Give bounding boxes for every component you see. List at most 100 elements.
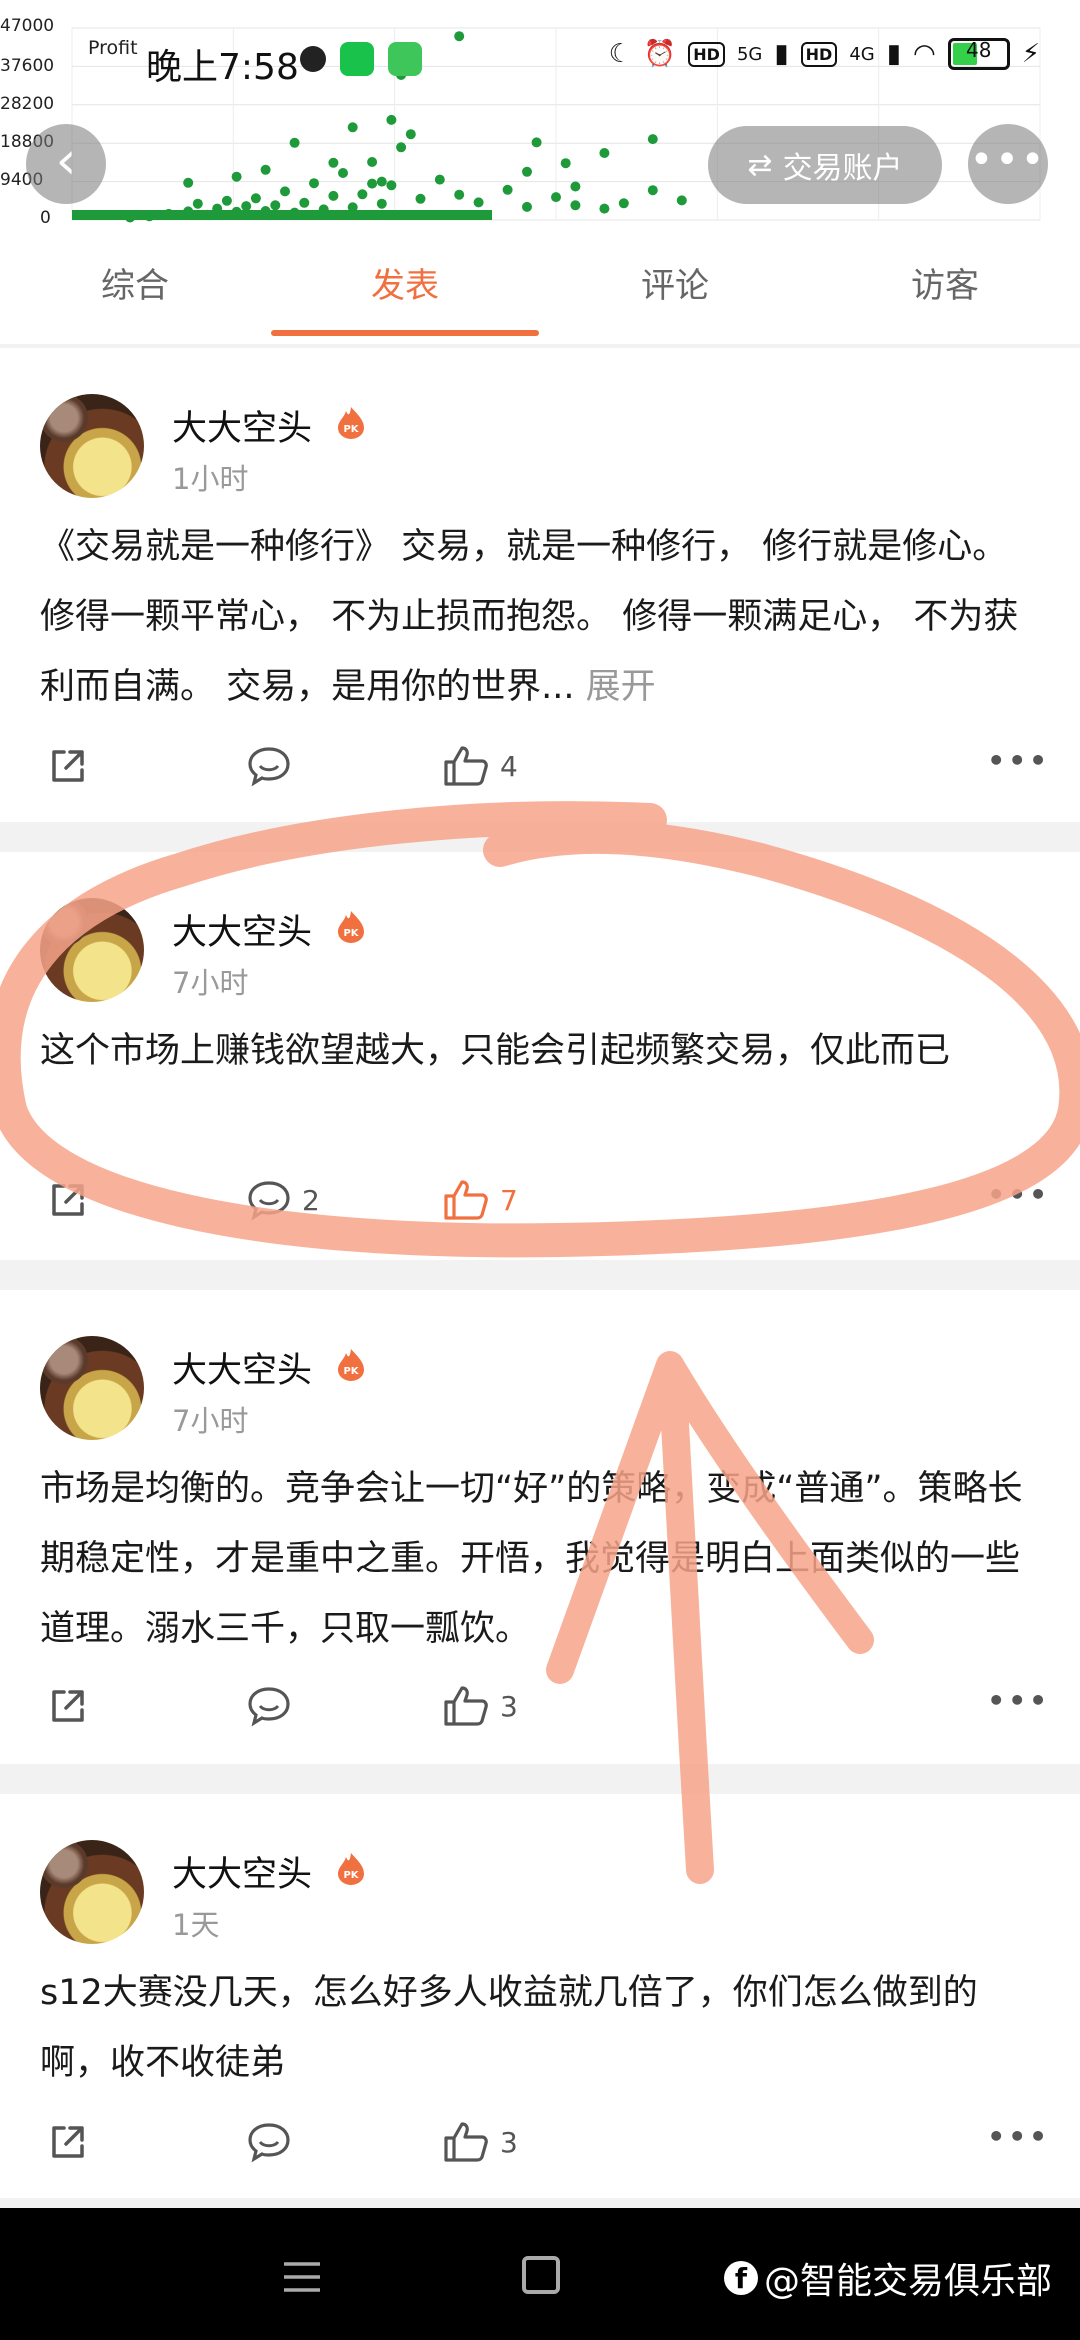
more-button[interactable]: ••• xyxy=(968,124,1048,204)
scatter-point xyxy=(192,198,203,209)
signal-bars-icon: ▮ xyxy=(774,39,789,69)
scatter-point xyxy=(405,129,416,140)
share-button[interactable] xyxy=(46,1684,90,1728)
scatter-point xyxy=(522,166,532,177)
scatter-point xyxy=(647,134,658,145)
expand-link[interactable]: 展开 xyxy=(586,667,656,707)
share-icon xyxy=(52,2126,84,2158)
scatter-point xyxy=(599,203,610,214)
post-more-icon[interactable]: ••• xyxy=(987,1684,1050,1717)
wifi-icon: ◠ xyxy=(913,39,936,69)
post-more-icon[interactable]: ••• xyxy=(987,744,1050,777)
scatter-point xyxy=(376,198,387,209)
post-text[interactable]: s12大赛没几天，怎么好多人收益就几倍了，你们怎么做到的啊，收不收徒弟 xyxy=(40,1958,1040,2098)
status-system-icons: ☾ ⏰ HD 5G ▮ HD 4G ▮ ◠ 48 ⚡ xyxy=(609,38,1040,70)
scatter-point xyxy=(357,189,368,200)
flame-pk-badge-icon: PK xyxy=(338,407,364,439)
back-button[interactable]: ‹ xyxy=(26,124,106,204)
scatter-point xyxy=(367,178,378,189)
scatter-point xyxy=(183,206,194,217)
facebook-logo-icon: f xyxy=(724,2261,758,2295)
like-count: 3 xyxy=(500,1689,518,1723)
scatter-point xyxy=(318,204,329,215)
comment-button[interactable] xyxy=(246,744,292,788)
svg-text:PK: PK xyxy=(343,1870,359,1881)
avatar[interactable] xyxy=(40,394,144,498)
share-button[interactable] xyxy=(46,744,90,788)
signal-5g-icon: 5G xyxy=(736,43,763,65)
app-robot-icon xyxy=(388,42,422,76)
share-icon xyxy=(52,1184,84,1216)
comment-icon xyxy=(248,2123,290,2163)
share-icon xyxy=(52,1690,84,1722)
status-time: 晚上7:58 xyxy=(146,47,299,88)
flame-pk-badge-icon: PK xyxy=(338,1349,364,1381)
like-button[interactable]: 3 xyxy=(442,2120,518,2164)
scatter-point xyxy=(163,208,174,219)
avatar[interactable] xyxy=(40,1336,144,1440)
share-button[interactable] xyxy=(46,2120,90,2164)
tab-overview[interactable]: 综合 xyxy=(0,258,270,307)
comment-button[interactable] xyxy=(246,1684,292,1728)
post-card[interactable]: 大大空头 PK 7小时 这个市场上赚钱欲望越大，只能会引起频繁交易，仅此而已 2… xyxy=(0,852,1080,1260)
recent-apps-icon[interactable] xyxy=(282,2260,322,2294)
comment-button[interactable] xyxy=(246,2120,292,2164)
scatter-point xyxy=(289,137,300,148)
scatter-point xyxy=(560,158,571,169)
charging-icon: ⚡ xyxy=(1021,39,1040,69)
like-button[interactable]: 3 xyxy=(442,1684,518,1728)
author-name[interactable]: 大大空头 xyxy=(172,400,312,451)
scatter-point xyxy=(309,178,319,189)
scatter-point xyxy=(473,197,484,208)
hd-icon: HD xyxy=(688,41,725,67)
post-text[interactable]: 市场是均衡的。竞争会让一切“好”的策略，变成“普通”。策略长期稳定性，才是重中之… xyxy=(40,1454,1040,1664)
moon-icon: ☾ xyxy=(608,39,632,69)
author-name[interactable]: 大大空头 xyxy=(172,904,312,955)
post-card[interactable]: 大大空头 PK 1小时 《交易就是一种修行》 交易，就是一种修行， 修行就是修心… xyxy=(0,348,1080,822)
chart-title: Profit xyxy=(88,37,138,59)
svg-text:PK: PK xyxy=(343,424,359,435)
like-button[interactable]: 7 xyxy=(442,1178,518,1222)
signal-bars-icon: ▮ xyxy=(886,39,902,69)
home-button-icon[interactable] xyxy=(522,2256,560,2294)
post-card[interactable]: 大大空头 PK 1天 s12大赛没几天，怎么好多人收益就几倍了，你们怎么做到的啊… xyxy=(0,1794,1080,2198)
share-button[interactable] xyxy=(46,1178,90,1222)
post-body: 《交易就是一种修行》 交易，就是一种修行， 修行就是修心。 修得一颗平常心， 不… xyxy=(40,527,1019,707)
scatter-point xyxy=(144,211,155,222)
flame-pk-badge-icon: PK xyxy=(338,1853,364,1885)
post-more-icon[interactable]: ••• xyxy=(987,1178,1050,1211)
thumbs-up-icon xyxy=(444,1686,488,1726)
author-name[interactable]: 大大空头 xyxy=(172,1342,312,1393)
comment-icon xyxy=(248,1181,290,1221)
y-tick-label: 28200 xyxy=(0,94,55,114)
scatter-point xyxy=(338,168,348,178)
share-icon xyxy=(52,750,84,782)
scatter-point xyxy=(280,186,290,197)
scatter-point xyxy=(212,203,223,214)
scatter-point xyxy=(676,195,687,206)
comment-button[interactable]: 2 xyxy=(246,1178,320,1222)
post-text[interactable]: 《交易就是一种修行》 交易，就是一种修行， 修行就是修心。 修得一颗平常心， 不… xyxy=(40,512,1040,722)
avatar[interactable] xyxy=(40,1840,144,1944)
like-button[interactable]: 4 xyxy=(442,744,518,788)
profit-chart-header: Profit 47000 37600 28200 18800 9400 0 晚上… xyxy=(0,0,1080,232)
tab-posts[interactable]: 发表 xyxy=(270,258,540,307)
tab-comments[interactable]: 评论 xyxy=(540,258,810,307)
post-card[interactable]: 大大空头 PK 7小时 市场是均衡的。竞争会让一切“好”的策略，变成“普通”。策… xyxy=(0,1290,1080,1764)
scatter-point xyxy=(202,209,213,220)
tab-visitors[interactable]: 访客 xyxy=(810,258,1080,307)
thumbs-up-icon xyxy=(444,2122,488,2162)
wechat-icon xyxy=(340,42,374,76)
comment-count: 2 xyxy=(302,1183,320,1217)
post-more-icon[interactable]: ••• xyxy=(987,2120,1050,2153)
avatar[interactable] xyxy=(40,898,144,1002)
scatter-point xyxy=(415,193,426,204)
post-text[interactable]: 这个市场上赚钱欲望越大，只能会引起频繁交易，仅此而已 xyxy=(40,1016,1040,1086)
trade-account-label: 交易账户 xyxy=(782,151,903,186)
scatter-baseline-cluster xyxy=(72,210,492,220)
trade-account-button[interactable]: ⇄ 交易账户 xyxy=(708,126,942,204)
scatter-point xyxy=(231,171,242,182)
scatter-point xyxy=(221,195,232,206)
scatter-point xyxy=(250,193,261,204)
author-name[interactable]: 大大空头 xyxy=(172,1846,312,1897)
